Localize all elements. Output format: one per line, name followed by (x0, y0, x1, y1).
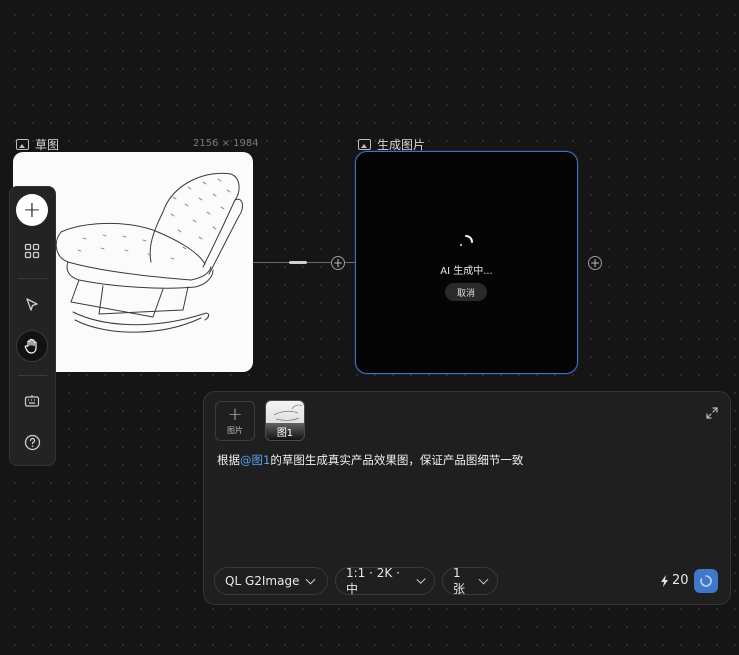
connector-handle[interactable] (289, 261, 307, 264)
lightning-icon (661, 574, 668, 587)
hand-tool-button[interactable] (16, 330, 48, 362)
prompt-suffix: 的草图生成真实产品效果图，保证产品图细节一致 (270, 453, 524, 467)
toolbar-divider (18, 375, 47, 376)
add-image-button[interactable]: + 图片 (215, 401, 255, 441)
hand-icon (24, 338, 37, 354)
add-output-button[interactable]: + (588, 256, 602, 270)
settings-select-value: 1:1 · 2K · 中 (346, 565, 400, 596)
reference-image-thumbnail[interactable]: 图1 (265, 400, 305, 441)
toolbar-divider (18, 278, 47, 279)
select-tool-button[interactable] (16, 289, 48, 321)
settings-select[interactable]: 1:1 · 2K · 中 (335, 565, 435, 596)
add-input-button[interactable]: + (331, 256, 345, 270)
expand-icon (706, 407, 718, 419)
plus-icon: + (227, 403, 243, 425)
sketch-dimensions: 2156 × 1984 (193, 138, 259, 149)
image-icon (358, 139, 371, 150)
expand-button[interactable] (706, 404, 718, 419)
grid-button[interactable] (16, 235, 48, 267)
sketch-node-label: 草图 (16, 136, 59, 153)
grid-icon (24, 243, 40, 259)
pointer-icon (26, 298, 38, 311)
image-mention[interactable]: @图1 (240, 453, 270, 467)
add-icon: + (22, 197, 42, 223)
chevron-down-icon (416, 574, 426, 585)
prompt-panel: + 图片 图1 根据@图1的草图生成真实产品效果图，保证产品图细节一致 QL G… (203, 391, 731, 605)
chevron-down-icon (306, 574, 316, 585)
thumbnail-label: 图1 (266, 423, 304, 440)
prompt-input[interactable]: 根据@图1的草图生成真实产品效果图，保证产品图细节一致 (217, 452, 523, 468)
count-select-value: 1张 (453, 565, 466, 596)
prompt-prefix: 根据 (217, 453, 240, 467)
credit-cost: 20 (660, 573, 689, 588)
loading-icon (700, 575, 712, 587)
generate-image-node[interactable]: AI 生成中... 取消 (355, 151, 578, 374)
model-select[interactable]: QL G2Image (214, 567, 328, 595)
keyboard-icon (24, 395, 40, 407)
keyboard-button[interactable] (16, 385, 48, 417)
add-node-button[interactable]: + (16, 194, 48, 226)
generation-status: AI 生成中... (440, 266, 493, 277)
credit-cost-value: 20 (672, 573, 689, 588)
cancel-button[interactable]: 取消 (445, 283, 487, 301)
plus-icon: + (332, 256, 344, 270)
left-toolbar: + (9, 186, 56, 466)
connector-line-end (345, 262, 355, 263)
plus-icon: + (589, 256, 601, 270)
sketch-node-title: 草图 (35, 138, 60, 152)
count-select[interactable]: 1张 (442, 565, 498, 596)
chevron-down-icon (478, 574, 489, 585)
help-button[interactable] (16, 426, 48, 458)
image-icon (16, 139, 29, 150)
model-select-value: QL G2Image (225, 574, 300, 588)
help-icon (24, 434, 40, 450)
generate-button[interactable] (694, 569, 718, 593)
add-image-label: 图片 (227, 425, 243, 435)
loading-spinner-icon (460, 235, 473, 246)
